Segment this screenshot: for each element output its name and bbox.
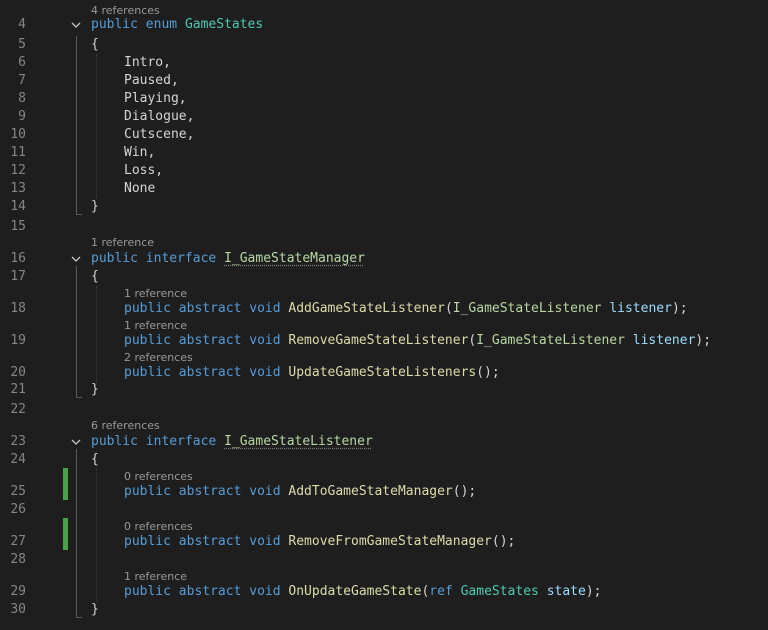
line-number: 11 — [10, 145, 26, 160]
code-line[interactable]: 27 public abstract void RemoveFromGameSt… — [0, 533, 768, 551]
code-lens-references[interactable]: 0 references — [124, 470, 193, 484]
line-number: 30 — [10, 602, 26, 617]
line-number: 6 — [18, 55, 26, 70]
code-lens-references[interactable]: 2 references — [124, 351, 193, 365]
code-text: } — [91, 602, 99, 617]
code-lens-references[interactable]: 0 references — [124, 520, 193, 534]
code-line[interactable]: 20 public abstract void UpdateGameStateL… — [0, 364, 768, 382]
code-text: public interface I_GameStateListener — [91, 434, 373, 449]
line-number: 15 — [10, 219, 26, 234]
code-line[interactable]: 24 { — [0, 451, 768, 469]
line-number: 18 — [10, 301, 26, 316]
code-line[interactable]: 17 { — [0, 268, 768, 286]
line-number: 8 — [18, 91, 26, 106]
code-line[interactable]: 7 Paused, — [0, 72, 768, 90]
line-number: 10 — [10, 127, 26, 142]
code-lens-references[interactable]: 1 reference — [124, 287, 187, 301]
line-number: 12 — [10, 163, 26, 178]
code-text: public abstract void RemoveFromGameState… — [124, 534, 516, 549]
code-text: } — [91, 199, 99, 214]
code-line[interactable]: 6 Intro, — [0, 54, 768, 72]
line-number: 20 — [10, 365, 26, 380]
code-line[interactable]: 26 — [0, 501, 768, 519]
fold-chevron-icon[interactable] — [71, 437, 81, 447]
code-line[interactable]: 4 public enum GameStates — [0, 16, 768, 34]
code-line[interactable]: 11 Win, — [0, 144, 768, 162]
code-text: public abstract void AddToGameStateManag… — [124, 484, 477, 499]
code-line[interactable]: 28 — [0, 551, 768, 569]
code-text: { — [91, 452, 99, 467]
code-text: public abstract void UpdateGameStateList… — [124, 365, 500, 380]
code-line[interactable]: 22 — [0, 401, 768, 419]
code-text: Intro, — [124, 55, 171, 70]
code-text: { — [91, 37, 99, 52]
code-line[interactable]: 12 Loss, — [0, 162, 768, 180]
line-number: 22 — [10, 402, 26, 417]
code-text: public interface I_GameStateManager — [91, 251, 365, 266]
code-text: public abstract void OnUpdateGameState(r… — [124, 584, 602, 599]
code-text: Cutscene, — [124, 127, 195, 142]
code-text: None — [124, 181, 156, 196]
code-text: } — [91, 382, 99, 397]
code-text: public abstract void RemoveGameStateList… — [124, 333, 712, 348]
line-number: 27 — [10, 534, 26, 549]
fold-chevron-icon[interactable] — [71, 254, 81, 264]
line-number: 23 — [10, 434, 26, 449]
code-editor[interactable]: 4 references 1 reference 1 reference 1 r… — [0, 0, 768, 630]
code-lens-references[interactable]: 6 references — [91, 419, 160, 433]
code-lens-references[interactable]: 1 reference — [91, 236, 154, 250]
code-line[interactable]: 5 { — [0, 36, 768, 54]
code-line[interactable]: 18 public abstract void AddGameStateList… — [0, 300, 768, 318]
code-line[interactable]: 30 } — [0, 601, 768, 619]
code-text: Dialogue, — [124, 109, 195, 124]
line-number: 21 — [10, 382, 26, 397]
code-line[interactable]: 23 public interface I_GameStateListener — [0, 433, 768, 451]
line-number: 29 — [10, 584, 26, 599]
line-number: 16 — [10, 251, 26, 266]
code-text: public enum GameStates — [91, 17, 264, 32]
line-number: 17 — [10, 269, 26, 284]
line-number: 9 — [18, 109, 26, 124]
code-text: public abstract void AddGameStateListene… — [124, 301, 688, 316]
line-number: 14 — [10, 199, 26, 214]
line-number: 13 — [10, 181, 26, 196]
code-text: Playing, — [124, 91, 187, 106]
code-line[interactable]: 14 } — [0, 198, 768, 216]
code-line[interactable]: 13 None — [0, 180, 768, 198]
code-text: Paused, — [124, 73, 179, 88]
line-number: 28 — [10, 552, 26, 567]
code-line[interactable]: 19 public abstract void RemoveGameStateL… — [0, 332, 768, 350]
code-line[interactable]: 8 Playing, — [0, 90, 768, 108]
code-line[interactable]: 10 Cutscene, — [0, 126, 768, 144]
code-line[interactable]: 9 Dialogue, — [0, 108, 768, 126]
line-number: 24 — [10, 452, 26, 467]
code-text: { — [91, 269, 99, 284]
code-text: Win, — [124, 145, 156, 160]
line-number: 26 — [10, 502, 26, 517]
code-line[interactable]: 15 — [0, 218, 768, 236]
code-line[interactable]: 29 public abstract void OnUpdateGameStat… — [0, 583, 768, 601]
line-number: 19 — [10, 333, 26, 348]
line-number: 7 — [18, 73, 26, 88]
code-text: Loss, — [124, 163, 164, 178]
line-number: 4 — [18, 17, 26, 32]
code-lens-references[interactable]: 1 reference — [124, 570, 187, 584]
fold-chevron-icon[interactable] — [71, 20, 81, 30]
line-number: 5 — [18, 37, 26, 52]
code-line[interactable]: 16 public interface I_GameStateManager — [0, 250, 768, 268]
code-line[interactable]: 25 public abstract void AddToGameStateMa… — [0, 483, 768, 501]
code-lens-references[interactable]: 1 reference — [124, 319, 187, 333]
code-line[interactable]: 21 } — [0, 381, 768, 399]
line-number: 25 — [10, 484, 26, 499]
